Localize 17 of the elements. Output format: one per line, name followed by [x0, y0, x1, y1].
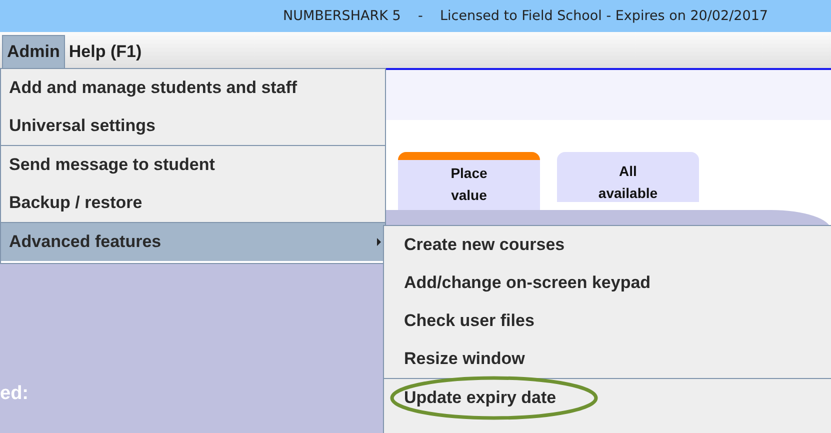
menu-item[interactable]: Add and manage students and staff: [1, 69, 385, 107]
menu-item[interactable]: Add/change on-screen keypad: [384, 264, 831, 302]
menu-item[interactable]: Update expiry date: [384, 378, 831, 417]
window-title: NUMBERSHARK 5 - Licensed to Field School - Expires on 20/02/2017: [282, 8, 768, 24]
menu-item[interactable]: Send message to student: [1, 145, 385, 184]
menu-bar-item[interactable]: Help (F1): [64, 35, 146, 68]
submenu-arrow-icon: [377, 238, 381, 246]
menu-item[interactable]: Create new courses: [384, 226, 831, 264]
menu-item[interactable]: Backup / restore: [1, 184, 385, 222]
menu-item[interactable]: Universal settings: [1, 107, 385, 145]
menu-bar-item[interactable]: Admin: [2, 35, 65, 68]
menu-item[interactable]: Resize window: [384, 340, 831, 378]
tab[interactable]: All available: [557, 152, 699, 202]
menu-item[interactable]: Check user files: [384, 302, 831, 340]
menu-item[interactable]: Advanced features: [1, 222, 385, 263]
tab[interactable]: Place value: [398, 152, 540, 210]
panel-label: ed:: [0, 383, 28, 405]
